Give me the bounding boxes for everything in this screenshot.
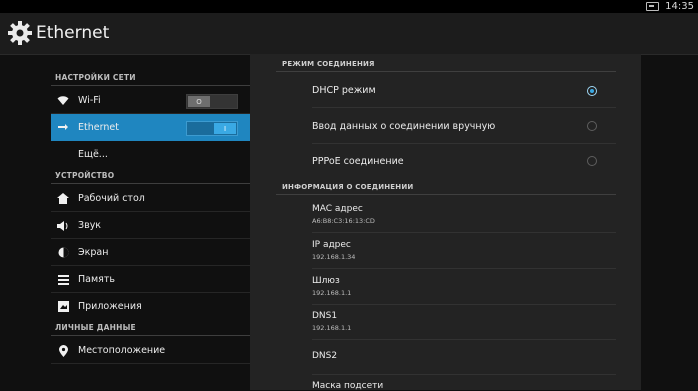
section-header-device: УСТРОЙСТВО: [55, 171, 115, 180]
info-title: DNS1: [312, 311, 338, 321]
sidebar-item-ethernet[interactable]: Ethernet I: [51, 114, 250, 141]
info-row-dns1[interactable]: DNS1 192.168.1.1: [312, 311, 616, 332]
ethernet-detail-panel: РЕЖИМ СОЕДИНЕНИЯ DHCP режим Ввод данных …: [250, 54, 641, 391]
sidebar-item-label: Память: [78, 274, 115, 285]
radio-pppoe[interactable]: [587, 156, 597, 166]
sidebar-item-label: Ещё...: [78, 149, 108, 160]
status-time: 14:35: [665, 1, 694, 12]
info-row-dns2[interactable]: DNS2: [312, 351, 616, 361]
info-value: A6:B8:C3:16:13:CD: [312, 217, 375, 225]
sidebar-item-label: Рабочий стол: [78, 193, 145, 204]
info-title: IP адрес: [312, 240, 351, 250]
divider: [276, 71, 616, 72]
section-header-mode: РЕЖИМ СОЕДИНЕНИЯ: [282, 60, 375, 68]
sidebar-item-home[interactable]: Рабочий стол: [51, 185, 250, 212]
toggle-knob: O: [188, 96, 210, 107]
sidebar-item-label: Звук: [78, 220, 102, 231]
info-value: 192.168.1.1: [312, 324, 352, 332]
wifi-icon: [57, 95, 69, 107]
info-value: 192.168.1.1: [312, 289, 352, 297]
divider: [51, 183, 250, 184]
divider: [312, 107, 616, 108]
page-title: Ethernet: [36, 23, 110, 43]
sidebar-item-label: Wi-Fi: [78, 95, 101, 106]
info-value: 192.168.1.34: [312, 253, 356, 261]
location-icon: [57, 344, 69, 357]
divider: [312, 304, 616, 305]
section-header-info: ИНФОРМАЦИЯ О СОЕДИНЕНИИ: [282, 183, 414, 191]
sidebar-item-sound[interactable]: Звук: [51, 212, 250, 239]
sidebar-item-label: Экран: [78, 247, 109, 258]
apps-icon: [57, 301, 69, 313]
radio-dhcp[interactable]: [587, 86, 597, 96]
sidebar-item-label: Местоположение: [78, 345, 166, 356]
divider: [276, 194, 616, 195]
info-title: Шлюз: [312, 276, 340, 286]
info-title: DNS2: [312, 351, 338, 361]
ethernet-toggle[interactable]: I: [186, 121, 238, 136]
sidebar-item-location[interactable]: Местоположение: [51, 337, 250, 364]
divider: [312, 339, 616, 340]
gear-icon[interactable]: [7, 20, 33, 46]
sidebar-item-label: Ethernet: [78, 122, 119, 133]
info-row-ip[interactable]: IP адрес 192.168.1.34: [312, 240, 616, 261]
toggle-knob: I: [214, 123, 236, 134]
divider: [51, 85, 250, 86]
divider: [312, 374, 616, 375]
sidebar-item-wifi[interactable]: Wi-Fi O: [51, 87, 250, 114]
wifi-toggle[interactable]: O: [186, 94, 238, 109]
divider: [312, 143, 616, 144]
divider: [312, 232, 616, 233]
divider: [51, 335, 250, 336]
brightness-icon: [57, 247, 69, 259]
sidebar-item-display[interactable]: Экран: [51, 239, 250, 266]
divider: [312, 268, 616, 269]
action-bar: Ethernet: [0, 13, 698, 55]
option-label: DHCP режим: [312, 85, 376, 96]
storage-icon: [57, 274, 69, 286]
status-bar: 14:35: [0, 0, 698, 13]
info-row-mac[interactable]: MAC адрес A6:B8:C3:16:13:CD: [312, 204, 616, 225]
home-icon: [57, 193, 69, 205]
sidebar-item-more[interactable]: Ещё...: [51, 141, 250, 168]
option-label: PPPoE соединение: [312, 156, 404, 167]
option-label: Ввод данных о соединении вручную: [312, 121, 496, 132]
sidebar-item-apps[interactable]: Приложения: [51, 293, 250, 320]
sidebar-item-storage[interactable]: Память: [51, 266, 250, 293]
info-row-gateway[interactable]: Шлюз 192.168.1.1: [312, 276, 616, 297]
settings-sidebar: НАСТРОЙКИ СЕТИ Wi-Fi O Ethernet I Ещё...…: [51, 66, 250, 390]
section-header-network: НАСТРОЙКИ СЕТИ: [55, 73, 136, 82]
speaker-icon: [57, 220, 69, 232]
sidebar-item-label: Приложения: [78, 301, 142, 312]
radio-manual[interactable]: [587, 121, 597, 131]
ethernet-icon: [57, 122, 69, 134]
section-header-personal: ЛИЧНЫЕ ДАННЫЕ: [55, 323, 136, 332]
screen-icon: [646, 2, 660, 11]
info-title: MAC адрес: [312, 204, 363, 214]
